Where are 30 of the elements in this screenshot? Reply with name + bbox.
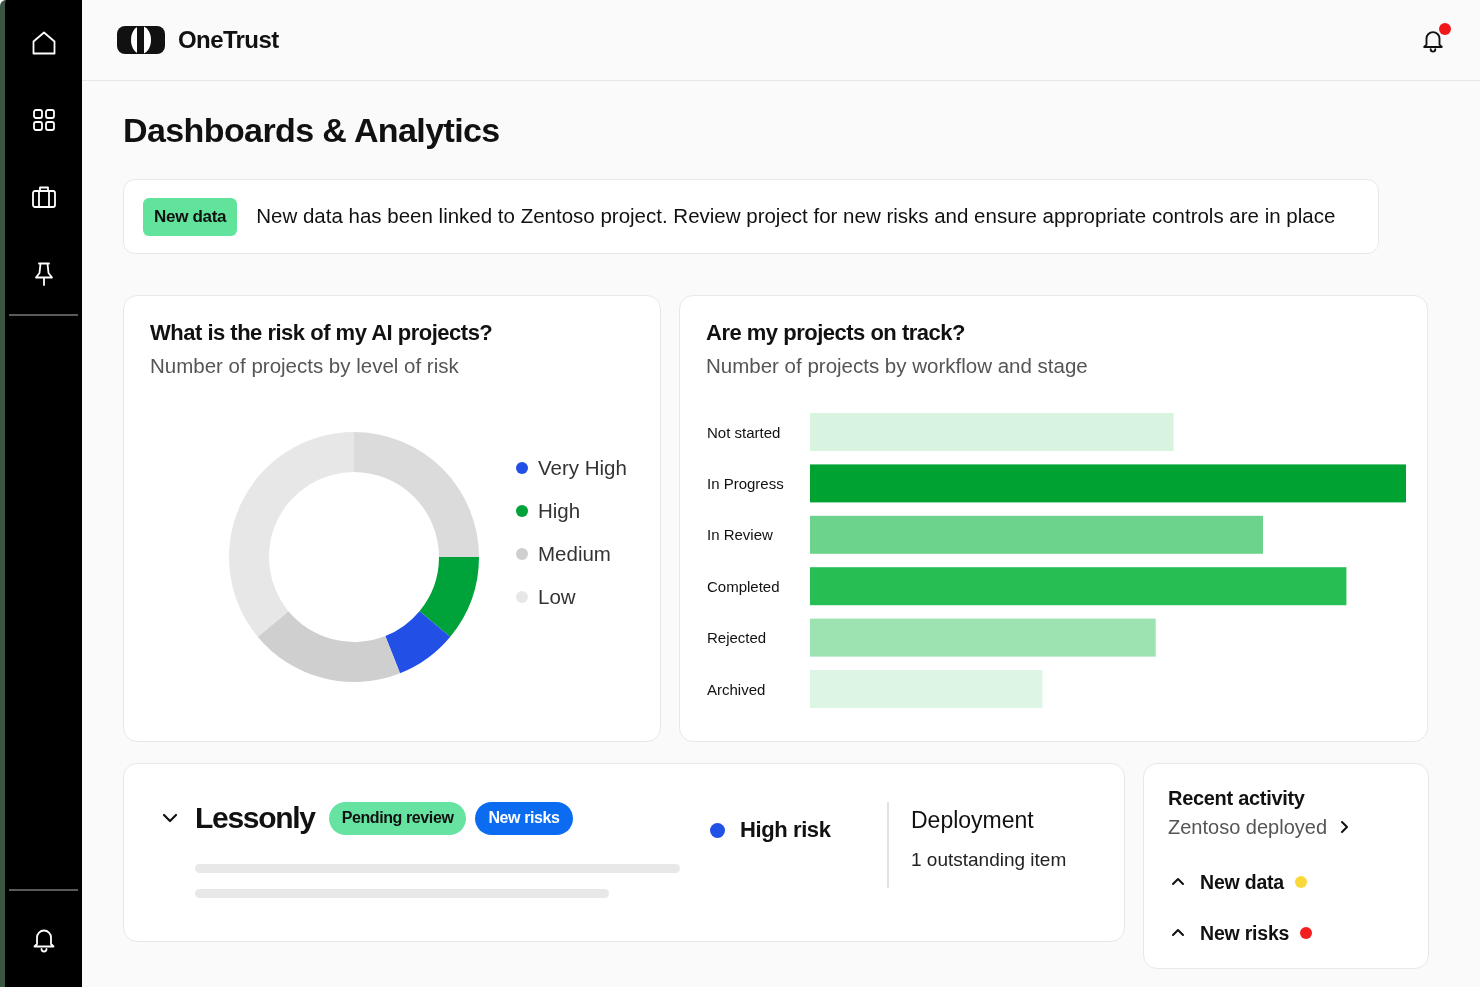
legend-label: Very High — [538, 454, 627, 481]
new-data-tag: New data — [143, 197, 238, 236]
bar-label: Rejected — [707, 629, 767, 647]
card-subtitle: Number of projects by workflow and stage — [706, 353, 1089, 379]
page-title: Dashboards & Analytics — [123, 110, 501, 150]
bar-label: Completed — [707, 577, 780, 595]
card-title: Are my projects on track? — [706, 319, 966, 347]
card-subtitle: Number of projects by level of risk — [150, 353, 460, 379]
legend-label: Medium — [538, 540, 611, 567]
bar-label: In Review — [707, 526, 773, 544]
risk-level: High risk — [740, 816, 831, 844]
brand-name: OneTrust — [178, 25, 279, 55]
card-title: Recent activity — [1168, 786, 1305, 810]
status-tag: Pending review — [328, 801, 467, 835]
bar-label: Archived — [707, 680, 766, 698]
chevron-right-icon — [1339, 820, 1351, 834]
status-tag: New risks — [475, 801, 573, 835]
card-title: What is the risk of my AI projects? — [150, 319, 494, 347]
bar-label: Not started — [707, 423, 781, 441]
bar-label: In Progress — [707, 474, 784, 492]
legend-label: Low — [538, 583, 576, 610]
logo-icon — [117, 26, 165, 54]
legend-label: High — [538, 497, 581, 524]
activity-link[interactable]: Zentoso deployed — [1168, 815, 1351, 839]
stage-detail: 1 outstanding item — [911, 849, 1067, 871]
activity-item[interactable]: New risks — [1168, 921, 1313, 945]
stage-title: Deployment — [911, 806, 1035, 834]
project-name: Lessonly — [195, 800, 315, 836]
activity-item[interactable]: New data — [1168, 870, 1307, 894]
banner-message: New data has been linked to Zentoso project. Review project for new risks and ensure appropriate controls are in place — [256, 203, 1336, 230]
